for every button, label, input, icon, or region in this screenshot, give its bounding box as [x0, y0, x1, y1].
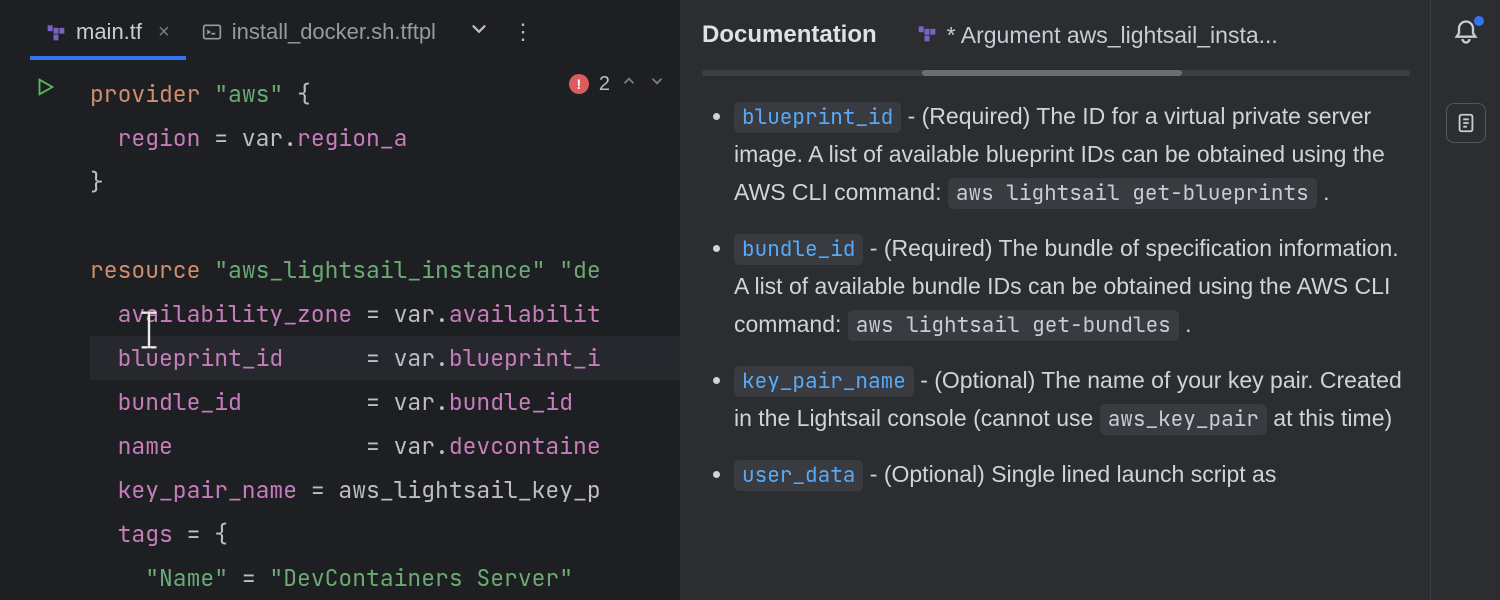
documentation-panel: Documentation * Argument aws_lightsail_i… — [680, 0, 1500, 600]
kebab-menu-icon[interactable]: ⋮ — [512, 21, 536, 43]
tab-label: install_docker.sh.tftpl — [232, 19, 436, 45]
doc-column: Documentation * Argument aws_lightsail_i… — [680, 0, 1430, 600]
doc-item: bundle_id - (Required) The bundle of spe… — [734, 230, 1412, 344]
close-icon[interactable]: × — [152, 21, 170, 44]
doc-content[interactable]: blueprint_id - (Required) The ID for a v… — [700, 90, 1412, 600]
code-content[interactable]: provider "aws" { region = var.region_a }… — [90, 64, 680, 600]
doc-item: blueprint_id - (Required) The ID for a v… — [734, 98, 1412, 212]
editor-gutter — [0, 64, 90, 600]
right-toolbar — [1430, 0, 1500, 600]
scrollbar-thumb[interactable] — [922, 70, 1182, 76]
doc-item: key_pair_name - (Optional) The name of y… — [734, 362, 1412, 438]
tab-install-docker[interactable]: install_docker.sh.tftpl — [186, 7, 452, 57]
horizontal-scrollbar[interactable] — [702, 70, 1410, 76]
doc-arg-code[interactable]: blueprint_id — [734, 102, 901, 133]
doc-item: user_data - (Optional) Single lined laun… — [734, 456, 1412, 494]
tab-label: main.tf — [76, 19, 142, 45]
code-editor[interactable]: ! 2 provider "aws" { region = var.region… — [0, 64, 680, 600]
doc-breadcrumb[interactable]: * Argument aws_lightsail_insta... — [917, 22, 1278, 49]
doc-tab-title[interactable]: Documentation — [702, 21, 877, 49]
doc-header: Documentation * Argument aws_lightsail_i… — [700, 0, 1412, 70]
notification-dot — [1474, 16, 1484, 26]
doc-cmd-code: aws lightsail get-blueprints — [948, 178, 1317, 209]
doc-cmd-code: aws lightsail get-bundles — [848, 310, 1179, 341]
terminal-icon — [202, 22, 222, 42]
doc-arg-code[interactable]: bundle_id — [734, 234, 863, 265]
breadcrumb-text: * Argument aws_lightsail_insta... — [947, 22, 1278, 49]
run-icon[interactable] — [34, 76, 56, 104]
tab-bar: main.tf × install_docker.sh.tftpl ⋮ — [0, 0, 680, 64]
editor-panel: main.tf × install_docker.sh.tftpl ⋮ ! 2 — [0, 0, 680, 600]
doc-arg-code[interactable]: key_pair_name — [734, 366, 914, 397]
doc-arg-code[interactable]: user_data — [734, 460, 863, 491]
doc-cmd-code: aws_key_pair — [1100, 404, 1267, 435]
notifications-button[interactable] — [1452, 18, 1480, 53]
terraform-icon — [46, 22, 66, 42]
tab-main-tf[interactable]: main.tf × — [30, 7, 186, 57]
terraform-icon — [917, 22, 937, 49]
chevron-down-icon[interactable] — [468, 18, 490, 46]
documentation-tool-button[interactable] — [1446, 103, 1486, 143]
